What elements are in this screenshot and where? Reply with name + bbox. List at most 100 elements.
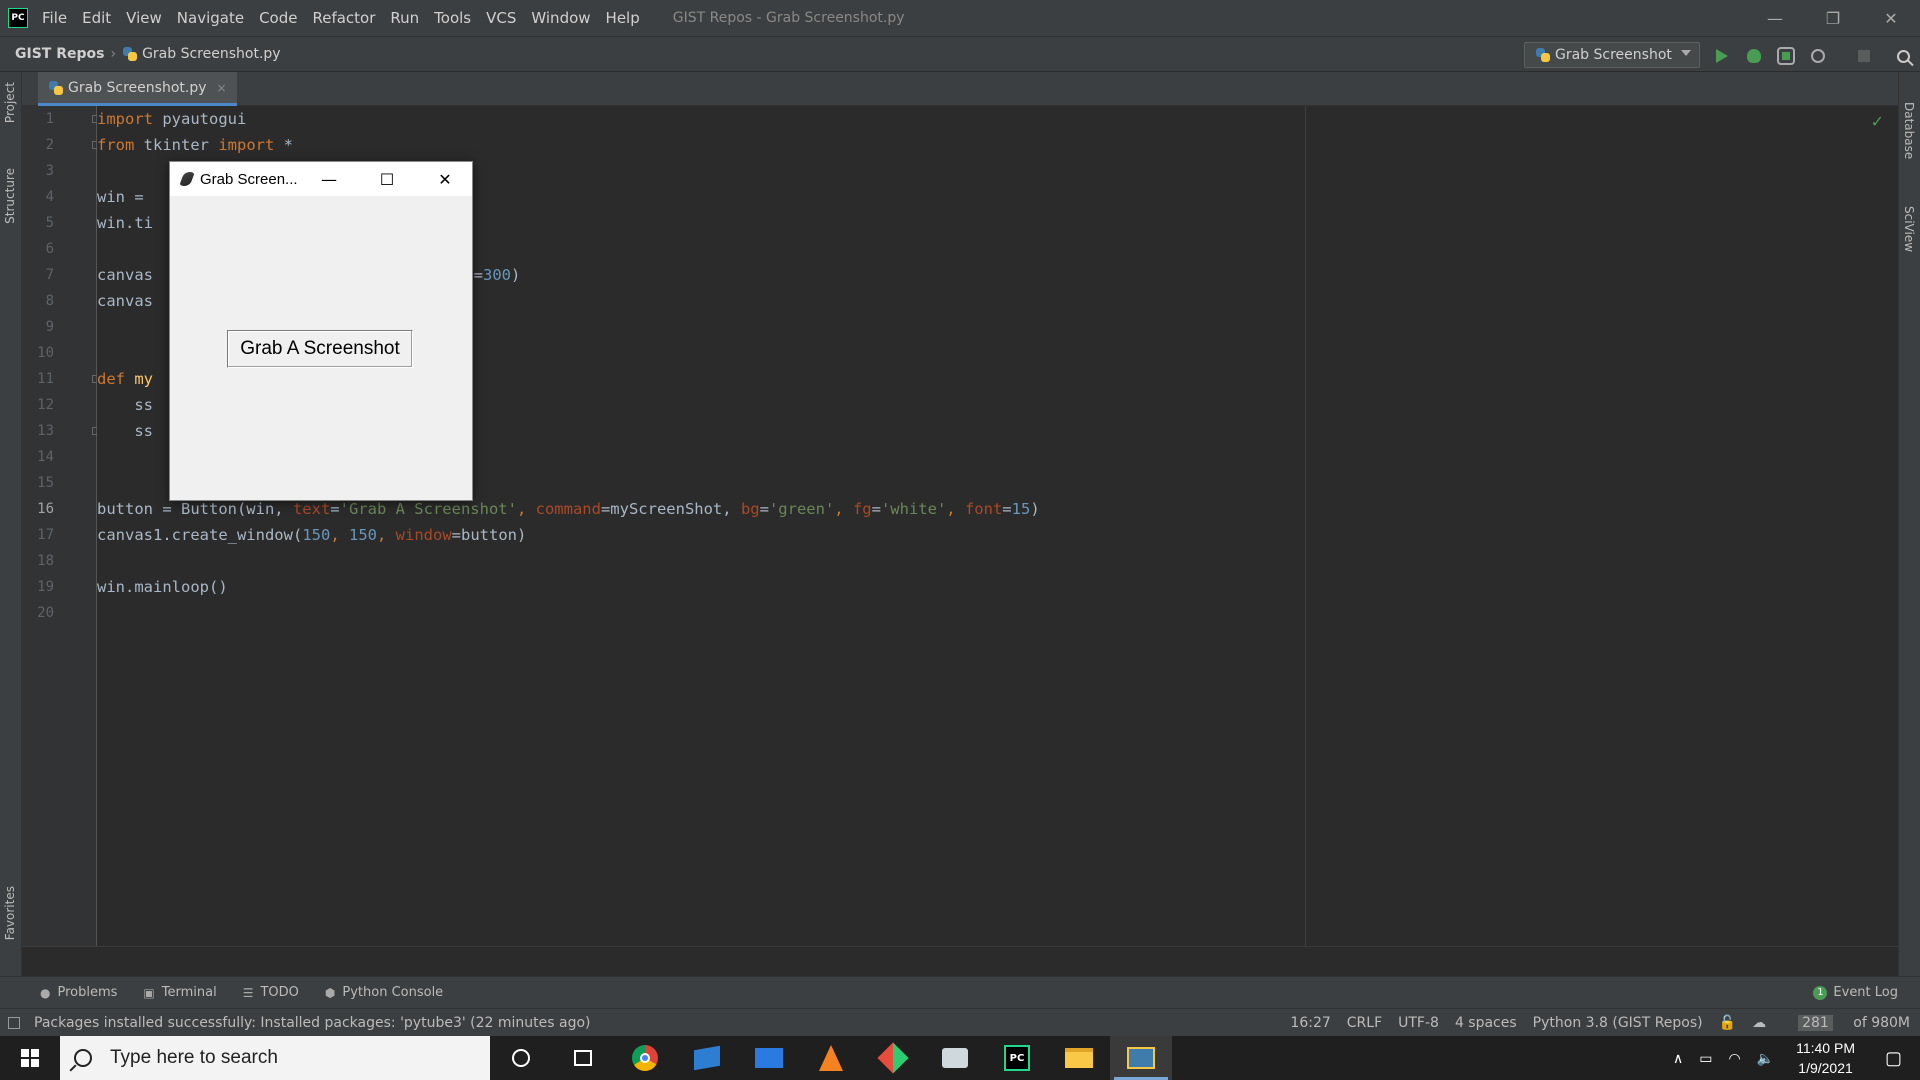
profile-button[interactable]: [1809, 47, 1827, 65]
event-log-button[interactable]: 1 Event Log: [1813, 985, 1898, 1000]
taskbar-search-box[interactable]: Type here to search: [60, 1036, 490, 1080]
taskbar-chrome[interactable]: [614, 1036, 676, 1080]
vlc-icon: [819, 1045, 843, 1071]
editor-tab-row: Grab Screenshot.py ×: [22, 72, 1898, 106]
line-number: 6: [45, 241, 54, 257]
number: 150: [348, 526, 377, 544]
taskbar-printer[interactable]: [924, 1036, 986, 1080]
toggle-tool-windows-icon[interactable]: [8, 1017, 20, 1029]
show-hidden-icons-icon[interactable]: ∧: [1673, 1050, 1683, 1067]
event-count-badge: 1: [1813, 985, 1828, 1000]
coverage-icon: [1777, 47, 1795, 65]
taskbar-file-explorer[interactable]: [1048, 1036, 1110, 1080]
folder-icon: [1065, 1048, 1093, 1068]
breadcrumb: GIST Repos › Grab Screenshot.py: [15, 46, 281, 62]
search-everywhere-button[interactable]: [1894, 47, 1912, 65]
keyword: import: [97, 110, 153, 128]
menu-refactor[interactable]: Refactor: [312, 9, 375, 27]
coverage-button[interactable]: [1777, 47, 1795, 65]
power-save-icon[interactable]: ☁: [1752, 1015, 1766, 1031]
code-text: canvas: [97, 266, 153, 284]
pycharm-logo-icon: PC: [8, 8, 28, 28]
file-encoding[interactable]: UTF-8: [1398, 1015, 1439, 1031]
indent-setting[interactable]: 4 spaces: [1455, 1015, 1517, 1031]
python-console-tool-button[interactable]: ⬢ Python Console: [325, 985, 443, 1000]
inspection-ok-icon[interactable]: ✓: [1871, 112, 1884, 131]
debug-button[interactable]: [1745, 47, 1763, 65]
stop-button[interactable]: [1855, 47, 1873, 65]
project-tool-tab[interactable]: Project: [3, 82, 17, 123]
caret-position[interactable]: 16:27: [1290, 1015, 1330, 1031]
minimize-button[interactable]: —: [1746, 0, 1804, 36]
line-number: 3: [45, 163, 54, 179]
run-configuration-select[interactable]: Grab Screenshot: [1524, 42, 1700, 68]
close-button[interactable]: ✕: [1862, 0, 1920, 36]
param-name: window: [395, 526, 452, 544]
menu-window[interactable]: Window: [531, 9, 590, 27]
tk-minimize-button[interactable]: —: [300, 162, 358, 196]
menu-code[interactable]: Code: [259, 9, 297, 27]
taskbar-vlc[interactable]: [800, 1036, 862, 1080]
lock-icon[interactable]: 🔓: [1719, 1015, 1736, 1031]
system-clock[interactable]: 11:40 PM 1/9/2021: [1796, 1038, 1855, 1078]
battery-icon[interactable]: ▭: [1699, 1050, 1712, 1067]
menu-edit[interactable]: Edit: [82, 9, 111, 27]
param-name: fg: [852, 500, 872, 518]
start-button[interactable]: [0, 1036, 60, 1080]
tk-canvas: Grab A Screenshot: [170, 196, 472, 500]
python-icon: ⬢: [324, 985, 336, 1000]
task-view-button[interactable]: [552, 1036, 614, 1080]
grab-screenshot-button[interactable]: Grab A Screenshot: [227, 330, 413, 368]
navigation-bar: GIST Repos › Grab Screenshot.py Grab Scr…: [0, 36, 1920, 72]
close-icon[interactable]: ×: [217, 81, 227, 95]
tab-grab-screenshot[interactable]: Grab Screenshot.py ×: [38, 72, 237, 106]
menu-file[interactable]: File: [42, 9, 67, 27]
volume-icon[interactable]: 🔈: [1757, 1050, 1774, 1067]
structure-tool-tab[interactable]: Structure: [3, 168, 17, 224]
chrome-icon: [632, 1045, 658, 1071]
event-log-label: Event Log: [1833, 985, 1898, 1000]
python-icon: [1535, 47, 1551, 63]
menu-navigate[interactable]: Navigate: [177, 9, 244, 27]
memory-used: 281: [1798, 1015, 1833, 1031]
tool-window-bar: ● Problems ▣ Terminal ☰ TODO ⬢ Python Consol…: [0, 976, 1920, 1008]
current-line-number: 16: [37, 501, 54, 517]
menu-run[interactable]: Run: [390, 9, 419, 27]
run-button[interactable]: [1713, 47, 1731, 65]
todo-tool-button[interactable]: ☰ TODO: [243, 985, 299, 1000]
menu-help[interactable]: Help: [606, 9, 640, 27]
python-interpreter[interactable]: Python 3.8 (GIST Repos): [1533, 1015, 1703, 1031]
snipping-tool-icon: [877, 1042, 909, 1074]
window-controls: — ❐ ✕: [1746, 0, 1920, 36]
cortana-button[interactable]: [490, 1036, 552, 1080]
sciview-tool-tab[interactable]: SciView: [1902, 206, 1916, 252]
tk-maximize-button[interactable]: ☐: [358, 162, 416, 196]
taskbar-mail[interactable]: [738, 1036, 800, 1080]
line-number: 18: [37, 553, 54, 569]
breadcrumb-file[interactable]: Grab Screenshot.py: [142, 46, 281, 62]
terminal-tool-button[interactable]: ▣ Terminal: [143, 985, 216, 1000]
line-separator[interactable]: CRLF: [1347, 1015, 1382, 1031]
code-line: win.mainloop(): [97, 578, 228, 596]
database-tool-tab[interactable]: Database: [1902, 102, 1916, 159]
tk-close-button[interactable]: ✕: [416, 162, 474, 196]
menu-view[interactable]: View: [126, 9, 162, 27]
taskbar-snip-tool[interactable]: [862, 1036, 924, 1080]
profile-icon: [1811, 49, 1825, 63]
problems-tool-button[interactable]: ● Problems: [40, 985, 117, 1000]
menu-vcs[interactable]: VCS: [486, 9, 516, 27]
taskbar-remote-desktop[interactable]: [676, 1036, 738, 1080]
tk-titlebar[interactable]: Grab Screen... — ☐ ✕: [170, 162, 472, 196]
favorites-tool-tab[interactable]: Favorites: [3, 886, 17, 940]
status-message[interactable]: Packages installed successfully: Install…: [34, 1015, 591, 1031]
menu-tools[interactable]: Tools: [434, 9, 471, 27]
python-file-icon: [122, 46, 138, 62]
memory-indicator[interactable]: 281 of 980M: [1782, 1015, 1910, 1031]
wifi-icon[interactable]: ◠: [1728, 1050, 1740, 1067]
breadcrumb-project[interactable]: GIST Repos: [15, 46, 104, 62]
line-number: 11: [37, 371, 54, 387]
restore-button[interactable]: ❐: [1804, 0, 1862, 36]
notifications-icon[interactable]: ▢: [1885, 1048, 1902, 1069]
taskbar-pycharm[interactable]: PC: [986, 1036, 1048, 1080]
taskbar-python-app[interactable]: [1110, 1036, 1172, 1080]
